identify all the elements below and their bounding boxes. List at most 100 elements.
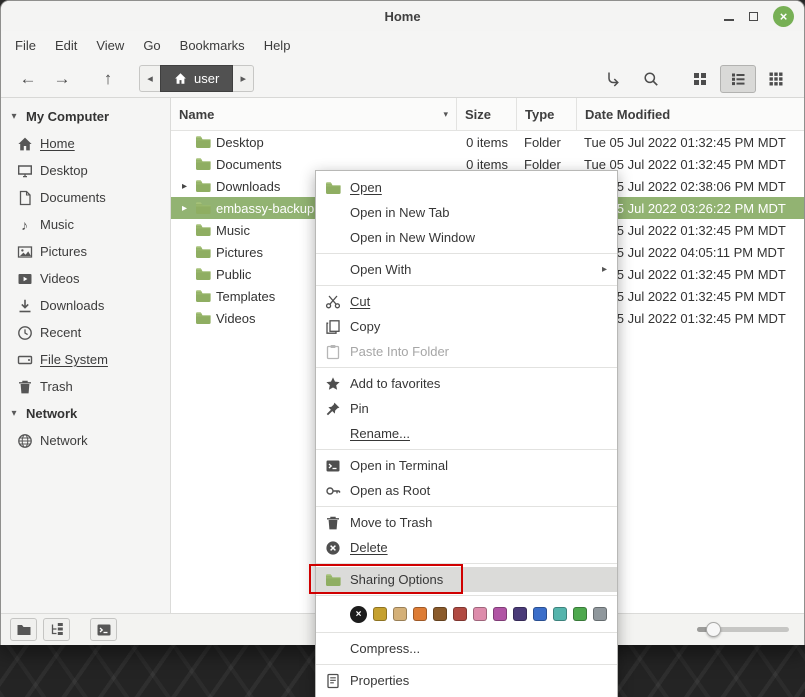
folder-icon: [195, 156, 211, 172]
forward-button[interactable]: →: [45, 65, 79, 93]
menu-item-sharing-options[interactable]: Sharing Options: [316, 567, 617, 592]
search-button[interactable]: [634, 65, 668, 93]
menu-item-delete[interactable]: Delete: [316, 535, 617, 560]
color-swatch[interactable]: [393, 607, 407, 621]
color-swatch[interactable]: [533, 607, 547, 621]
color-swatch[interactable]: [453, 607, 467, 621]
sidebar-item-recent[interactable]: Recent: [1, 319, 170, 346]
menu-help[interactable]: Help: [264, 38, 291, 53]
chevron-down-icon[interactable]: ▾: [9, 111, 19, 122]
sidebar-item-label: Videos: [40, 271, 80, 286]
file-name: Downloads: [216, 179, 280, 194]
folder-color-picker: ×: [316, 599, 617, 629]
sidebar-section-my-computer[interactable]: ▾ My Computer: [1, 103, 170, 130]
color-swatch[interactable]: [573, 607, 587, 621]
menu-item-open-as-root[interactable]: Open as Root: [316, 478, 617, 503]
color-swatch[interactable]: [473, 607, 487, 621]
menu-item-properties[interactable]: Properties: [316, 668, 617, 693]
color-swatch[interactable]: [513, 607, 527, 621]
breadcrumb-user-button[interactable]: user: [160, 65, 233, 92]
minimize-button[interactable]: [724, 12, 734, 21]
file-row[interactable]: ▸ Desktop 0 items Folder Tue 05 Jul 2022…: [171, 131, 804, 153]
sidebar-item-trash[interactable]: Trash: [1, 373, 170, 400]
column-header-type[interactable]: Type: [516, 98, 576, 130]
menu-item-move-to-trash[interactable]: Move to Trash: [316, 510, 617, 535]
terminal-icon: [96, 622, 112, 638]
column-header-name[interactable]: Name ▾: [171, 98, 456, 130]
back-button[interactable]: ←: [11, 65, 45, 93]
terminal-toggle-button[interactable]: [90, 618, 117, 641]
menu-item-rename[interactable]: Rename...: [316, 421, 617, 446]
folder-icon: [195, 222, 211, 238]
file-name: Public: [216, 267, 251, 282]
sidebar-item-videos[interactable]: Videos: [1, 265, 170, 292]
menu-item-paste-into-folder: Paste Into Folder: [316, 339, 617, 364]
column-header-date-modified[interactable]: Date Modified: [576, 98, 804, 130]
file-size: 0 items: [456, 131, 516, 153]
menu-file[interactable]: File: [15, 38, 36, 53]
menu-item-pin[interactable]: Pin: [316, 396, 617, 421]
expander-icon[interactable]: ▸: [179, 203, 190, 214]
menu-item-compress[interactable]: Compress...: [316, 636, 617, 661]
sidebar-item-music[interactable]: ♪ Music: [1, 211, 170, 238]
color-swatch[interactable]: [413, 607, 427, 621]
download-icon: [16, 297, 33, 314]
sidebar-item-desktop[interactable]: Desktop: [1, 157, 170, 184]
color-swatch[interactable]: [493, 607, 507, 621]
menu-separator: [316, 253, 617, 254]
breadcrumb-prev-button[interactable]: ◂: [139, 65, 160, 92]
toolbar-right: [596, 65, 794, 93]
treeview-toggle-button[interactable]: [43, 618, 70, 641]
sidebar-item-label: Documents: [40, 190, 106, 205]
color-swatch[interactable]: [373, 607, 387, 621]
menu-view[interactable]: View: [96, 38, 124, 53]
menu-item-open-in-new-window[interactable]: Open in New Window: [316, 225, 617, 250]
menu-item-open[interactable]: Open: [316, 175, 617, 200]
menu-item-copy[interactable]: Copy: [316, 314, 617, 339]
places-toggle-button[interactable]: [10, 618, 37, 641]
maximize-button[interactable]: [749, 12, 758, 21]
file-name: Music: [216, 223, 250, 238]
delete-circle-icon: [324, 539, 342, 556]
breadcrumb-next-button[interactable]: ▸: [233, 65, 254, 92]
home-icon: [174, 72, 187, 85]
menu-item-open-in-new-tab[interactable]: Open in New Tab: [316, 200, 617, 225]
sidebar-item-home[interactable]: Home: [1, 130, 170, 157]
menu-go[interactable]: Go: [143, 38, 160, 53]
toggle-location-entry-button[interactable]: [596, 65, 630, 93]
chevron-down-icon[interactable]: ▾: [9, 408, 19, 419]
titlebar[interactable]: Home ×: [1, 1, 804, 31]
menu-item-open-in-terminal[interactable]: Open in Terminal: [316, 453, 617, 478]
sidebar-section-network[interactable]: ▾ Network: [1, 400, 170, 427]
sidebar-item-file-system[interactable]: File System: [1, 346, 170, 373]
close-button[interactable]: ×: [773, 6, 794, 27]
pin-icon: [324, 400, 342, 417]
column-header-size[interactable]: Size: [456, 98, 516, 130]
up-button[interactable]: ↑: [91, 65, 125, 93]
trash-icon: [16, 378, 33, 395]
color-swatch[interactable]: [553, 607, 567, 621]
zoom-slider[interactable]: [697, 614, 789, 645]
menu-item-open-with[interactable]: Open With ▸: [316, 257, 617, 282]
icon-view-button[interactable]: [682, 65, 718, 93]
expander-icon[interactable]: ▸: [179, 181, 190, 192]
menu-item-cut[interactable]: Cut: [316, 289, 617, 314]
sidebar-item-documents[interactable]: Documents: [1, 184, 170, 211]
zoom-slider-handle[interactable]: [706, 622, 721, 637]
videos-icon: [16, 270, 33, 287]
sidebar-item-pictures[interactable]: Pictures: [1, 238, 170, 265]
sidebar-item-network[interactable]: Network: [1, 427, 170, 454]
compact-view-button[interactable]: [758, 65, 794, 93]
clear-color-button[interactable]: ×: [350, 606, 367, 623]
color-swatch[interactable]: [593, 607, 607, 621]
paste-icon: [324, 343, 342, 360]
breadcrumb-label: user: [194, 71, 219, 86]
sidebar-item-downloads[interactable]: Downloads: [1, 292, 170, 319]
view-toggle-group: [682, 65, 794, 93]
menu-item-add-to-favorites[interactable]: Add to favorites: [316, 371, 617, 396]
zoom-slider-track[interactable]: [697, 627, 789, 632]
color-swatch[interactable]: [433, 607, 447, 621]
list-view-button[interactable]: [720, 65, 756, 93]
menu-edit[interactable]: Edit: [55, 38, 77, 53]
menu-bookmarks[interactable]: Bookmarks: [180, 38, 245, 53]
